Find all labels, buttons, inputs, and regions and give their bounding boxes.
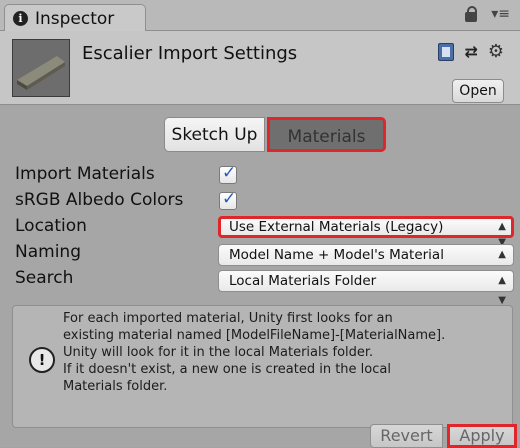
location-value: Use External Materials (Legacy) [229, 219, 444, 235]
tab-materials[interactable]: Materials [267, 117, 386, 152]
help-line: Materials folder. [63, 379, 168, 394]
open-button[interactable]: Open [452, 79, 504, 103]
inspector-tab-title: Inspector [35, 9, 115, 29]
header-icons: ⇄ ⚙ [438, 41, 504, 62]
srgb-albedo-label: sRGB Albedo Colors [15, 190, 184, 210]
search-value: Local Materials Folder [229, 273, 377, 289]
tab-actions: ▾≡ [465, 6, 510, 22]
preset-icon[interactable]: ⇄ [464, 42, 477, 61]
documentation-book-icon[interactable] [438, 42, 455, 61]
info-icon: i [13, 11, 28, 26]
gear-icon[interactable]: ⚙ [488, 41, 504, 62]
help-line: For each imported material, Unity first … [63, 311, 393, 326]
inspector-panel: i Inspector ▾≡ Escalier Import Settings … [0, 0, 520, 448]
help-line: Unity will look for it in the local Mate… [63, 345, 374, 360]
menu-icon[interactable]: ▾≡ [491, 7, 510, 21]
warning-icon: ! [29, 347, 55, 373]
inspector-tab-bar: i Inspector ▾≡ [0, 0, 520, 32]
asset-header: Escalier Import Settings ⇄ ⚙ Open [0, 31, 520, 105]
help-text: For each imported material, Unity first … [63, 310, 509, 395]
search-dropdown[interactable]: Local Materials Folder ▲ ▼ [218, 270, 514, 306]
srgb-albedo-checkbox[interactable] [219, 189, 237, 210]
apply-button[interactable]: Apply [447, 424, 517, 448]
asset-thumbnail [12, 39, 70, 97]
help-line: existing material named [ModelFileName]-… [63, 328, 446, 343]
lock-icon[interactable] [465, 6, 478, 22]
search-label: Search [15, 268, 74, 288]
help-box: ! For each imported material, Unity firs… [12, 305, 513, 428]
location-dropdown[interactable]: Use External Materials (Legacy) ▲ ▼ [218, 216, 514, 248]
naming-label: Naming [15, 242, 81, 262]
import-materials-checkbox[interactable] [219, 163, 237, 184]
naming-value: Model Name + Model's Material [229, 247, 444, 263]
naming-dropdown[interactable]: Model Name + Model's Material ▲▼ [218, 244, 514, 280]
tab-sketch-up[interactable]: Sketch Up [164, 117, 265, 152]
asset-title: Escalier Import Settings [82, 43, 298, 64]
help-line: If it doesn't exist, a new one is create… [63, 362, 391, 377]
import-materials-label: Import Materials [15, 164, 155, 184]
inspector-tab[interactable]: i Inspector [4, 4, 146, 32]
location-label: Location [15, 216, 87, 236]
revert-button[interactable]: Revert [370, 424, 443, 448]
